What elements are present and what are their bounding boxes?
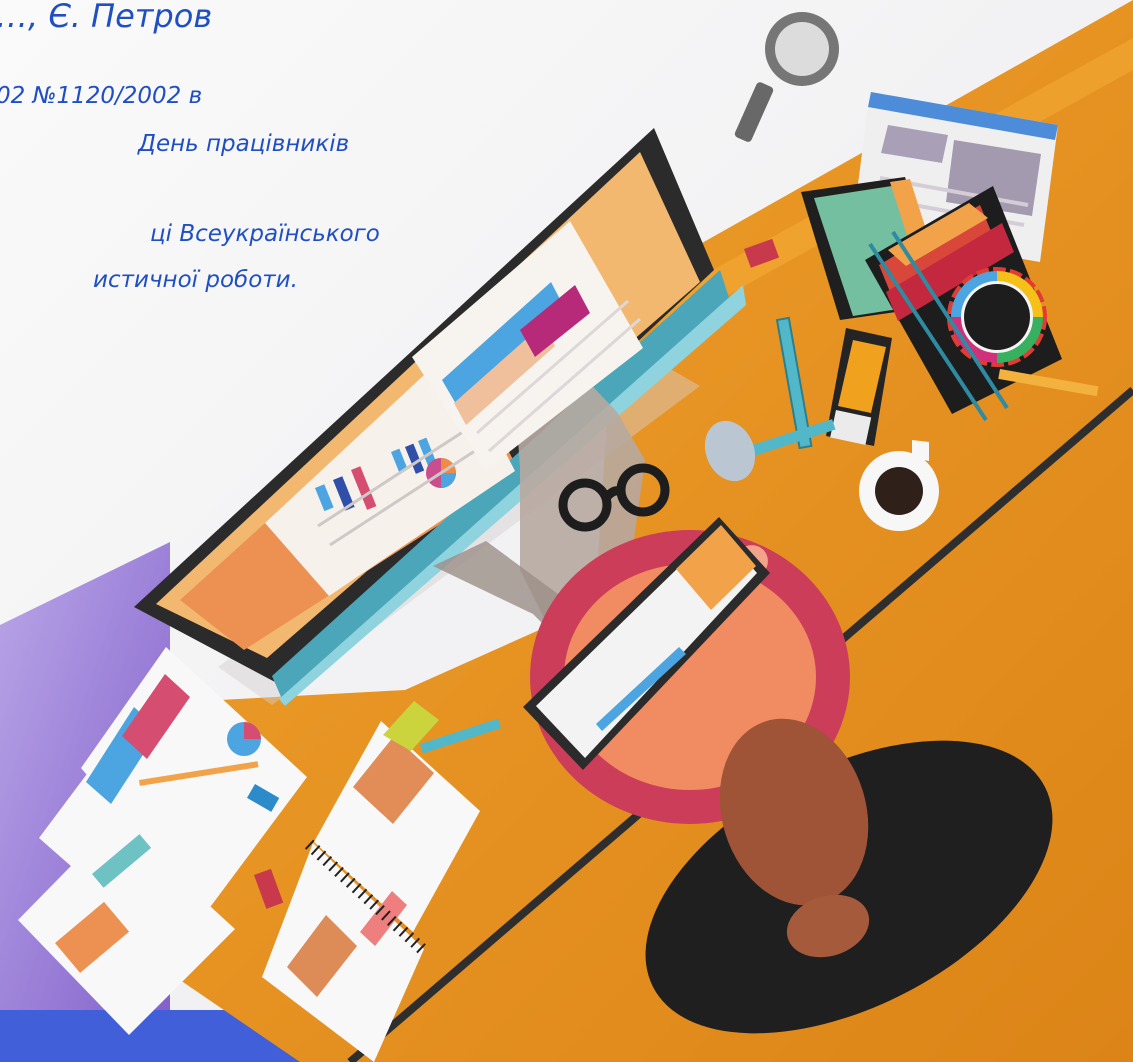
decree-number: 02 №1120/2002 в [0, 83, 203, 109]
ukrainian-line: ці Всеукраїнського [150, 221, 380, 247]
workers-day-line: День працівників [138, 133, 362, 156]
workspace-illustration-icon [0, 0, 1133, 1062]
statistical-work-line: истичної роботи. [93, 267, 298, 293]
speaker-name: …, Є. Петров [0, 0, 213, 35]
decree-line: 02 №1120/2002 в [0, 85, 236, 108]
workers-day-text: День працівників [138, 131, 350, 157]
slide: …, Є. Петров 02 №1120/2002 в День праців… [0, 0, 1133, 1062]
magnifier-icon [734, 12, 839, 142]
